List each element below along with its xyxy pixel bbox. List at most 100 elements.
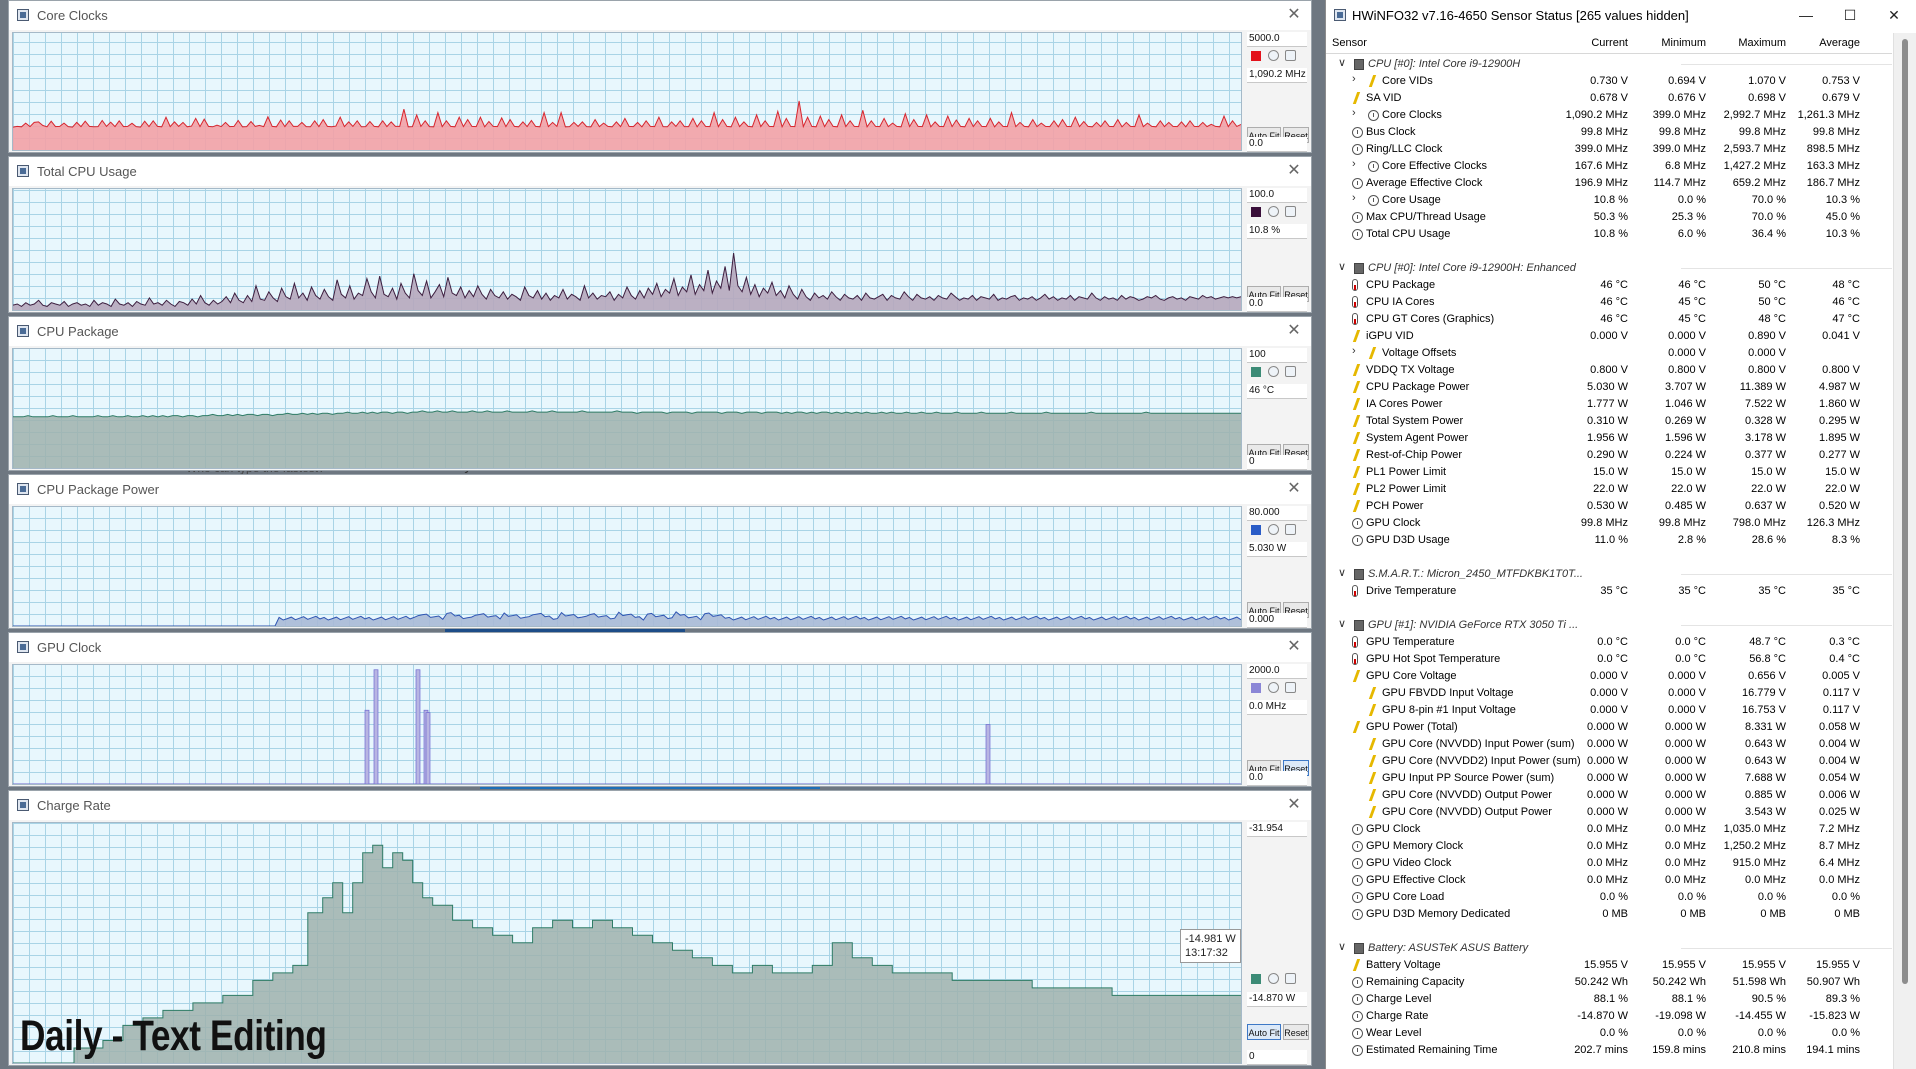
sensor-row[interactable]: CPU IA Cores 46 °C 45 °C 50 °C 46 °C — [1326, 294, 1892, 311]
sensor-group-header[interactable]: ∨ GPU [#1]: NVIDIA GeForce RTX 3050 Ti ..… — [1326, 617, 1892, 634]
sensor-row[interactable]: GPU Core Load 0.0 % 0.0 % 0.0 % 0.0 % — [1326, 889, 1892, 906]
graph-close-button[interactable]: ✕ — [1283, 320, 1305, 342]
sensor-row[interactable]: GPU Core (NVVDD) Input Power (sum) 0.000 … — [1326, 736, 1892, 753]
col-sensor[interactable]: Sensor — [1332, 37, 1367, 49]
sensor-row[interactable]: › Core Usage 10.8 % 0.0 % 70.0 % 10.3 % — [1326, 192, 1892, 209]
vertical-scrollbar[interactable] — [1893, 33, 1916, 1069]
graph-color-swatch[interactable] — [1251, 683, 1261, 693]
graph-close-button[interactable]: ✕ — [1283, 794, 1305, 816]
sensor-row[interactable]: Total System Power 0.310 W 0.269 W 0.328 W 0… — [1326, 413, 1892, 430]
expand-chevron-icon[interactable]: › — [1352, 192, 1356, 204]
sensor-row[interactable]: GPU Clock 99.8 MHz 99.8 MHz 798.0 MHz 126.3 … — [1326, 515, 1892, 532]
sensor-row[interactable]: › Core Clocks 1,090.2 MHz 399.0 MHz 2,992.7 … — [1326, 107, 1892, 124]
sensor-row[interactable]: VDDQ TX Voltage 0.800 V 0.800 V 0.800 V 0.80… — [1326, 362, 1892, 379]
sensor-row[interactable]: GPU Hot Spot Temperature 0.0 °C 0.0 °C 56.8… — [1326, 651, 1892, 668]
collapse-chevron-icon[interactable]: ∨ — [1338, 617, 1346, 630]
graph-close-button[interactable]: ✕ — [1283, 160, 1305, 182]
sensor-row[interactable]: › Voltage Offsets 0.000 V 0.000 V — [1326, 345, 1892, 362]
sensor-row[interactable]: GPU Power (Total) 0.000 W 0.000 W 8.331 W 0.… — [1326, 719, 1892, 736]
sensor-row[interactable]: GPU Core Voltage 0.000 V 0.000 V 0.656 V 0.0… — [1326, 668, 1892, 685]
graph-plot-area[interactable] — [12, 664, 1242, 785]
expand-chevron-icon[interactable]: › — [1352, 107, 1356, 119]
sensor-row[interactable]: GPU Core (NVVDD) Output Power 0.000 W 0.00… — [1326, 804, 1892, 821]
graph-toggle-circle[interactable] — [1268, 973, 1279, 984]
graph-toggle-circle[interactable] — [1268, 366, 1279, 377]
graph-color-swatch[interactable] — [1251, 367, 1261, 377]
sensor-group-header[interactable]: ∨ Battery: ASUSTeK ASUS Battery — [1326, 940, 1892, 957]
graph-close-button[interactable]: ✕ — [1283, 478, 1305, 500]
graph-toggle-circle-2[interactable] — [1285, 50, 1296, 61]
collapse-chevron-icon[interactable]: ∨ — [1338, 56, 1346, 69]
sensor-row[interactable]: Average Effective Clock 196.9 MHz 114.7 MH… — [1326, 175, 1892, 192]
minimize-button[interactable]: — — [1786, 4, 1826, 26]
sensor-row[interactable]: Ring/LLC Clock 399.0 MHz 399.0 MHz 2,593.7 … — [1326, 141, 1892, 158]
sensor-row[interactable]: GPU Core (NVVDD2) Input Power (sum) 0.000… — [1326, 753, 1892, 770]
graph-plot-area[interactable] — [12, 188, 1242, 311]
graph-toggle-circle-2[interactable] — [1285, 366, 1296, 377]
graph-color-swatch[interactable] — [1251, 207, 1261, 217]
graph-close-button[interactable]: ✕ — [1283, 4, 1305, 26]
sensor-row[interactable]: PL1 Power Limit 15.0 W 15.0 W 15.0 W 15.0 W — [1326, 464, 1892, 481]
sensor-row[interactable]: CPU Package Power 5.030 W 3.707 W 11.389 W 4… — [1326, 379, 1892, 396]
graph-toggle-circle[interactable] — [1268, 50, 1279, 61]
sensor-row[interactable]: Max CPU/Thread Usage 50.3 % 25.3 % 70.0 % 45… — [1326, 209, 1892, 226]
sensor-row[interactable]: Rest-of-Chip Power 0.290 W 0.224 W 0.377 W 0… — [1326, 447, 1892, 464]
expand-chevron-icon[interactable]: › — [1352, 158, 1356, 170]
graph-color-swatch[interactable] — [1251, 974, 1261, 984]
graph-plot-area[interactable] — [12, 506, 1242, 627]
col-minimum[interactable]: Minimum — [1661, 37, 1706, 49]
col-average[interactable]: Average — [1819, 37, 1860, 49]
sensor-row[interactable]: › Core Effective Clocks 167.6 MHz 6.8 MHz 1,… — [1326, 158, 1892, 175]
sensor-row[interactable]: Charge Rate -14.870 W -19.098 W -14.455 W -1… — [1326, 1008, 1892, 1025]
sensor-row[interactable]: › Core VIDs 0.730 V 0.694 V 1.070 V 0.753 V — [1326, 73, 1892, 90]
sensor-row[interactable]: Drive Temperature 35 °C 35 °C 35 °C 35 °C — [1326, 583, 1892, 600]
scrollbar-thumb[interactable] — [1902, 39, 1908, 984]
col-current[interactable]: Current — [1591, 37, 1628, 49]
graph-color-swatch[interactable] — [1251, 525, 1261, 535]
graph-toggle-circle[interactable] — [1268, 524, 1279, 535]
graph-toggle-circle-2[interactable] — [1285, 973, 1296, 984]
sensor-row[interactable]: Estimated Remaining Time 202.7 mins 159.8 … — [1326, 1042, 1892, 1059]
sensor-row[interactable]: Battery Voltage 15.955 V 15.955 V 15.955 V 1… — [1326, 957, 1892, 974]
sensor-row[interactable]: PL2 Power Limit 22.0 W 22.0 W 22.0 W 22.0 W — [1326, 481, 1892, 498]
sensor-group-header[interactable]: ∨ CPU [#0]: Intel Core i9-12900H: Enhance… — [1326, 260, 1892, 277]
auto-fit-button[interactable]: Auto Fit — [1247, 1024, 1281, 1040]
sensor-row[interactable]: CPU Package 46 °C 46 °C 50 °C 48 °C — [1326, 277, 1892, 294]
sensor-row[interactable]: System Agent Power 1.956 W 1.596 W 3.178 W 1… — [1326, 430, 1892, 447]
sensor-row[interactable]: GPU Input PP Source Power (sum) 0.000 W 0.… — [1326, 770, 1892, 787]
sensor-row[interactable]: GPU Memory Clock 0.0 MHz 0.0 MHz 1,250.2 MH… — [1326, 838, 1892, 855]
col-maximum[interactable]: Maximum — [1738, 37, 1786, 49]
sensor-row[interactable]: GPU D3D Memory Dedicated 0 MB 0 MB 0 MB 0 MB — [1326, 906, 1892, 923]
sensor-row[interactable]: GPU Clock 0.0 MHz 0.0 MHz 1,035.0 MHz 7.2 MH… — [1326, 821, 1892, 838]
reset-button[interactable]: Reset — [1283, 1024, 1309, 1040]
graph-plot-area[interactable] — [12, 32, 1242, 151]
sensor-row[interactable]: CPU GT Cores (Graphics) 46 °C 45 °C 48 °C 47… — [1326, 311, 1892, 328]
graph-close-button[interactable]: ✕ — [1283, 636, 1305, 658]
sensor-group-header[interactable]: ∨ CPU [#0]: Intel Core i9-12900H — [1326, 56, 1892, 73]
sensor-row[interactable]: GPU Temperature 0.0 °C 0.0 °C 48.7 °C 0.3 °C — [1326, 634, 1892, 651]
graph-color-swatch[interactable] — [1251, 51, 1261, 61]
sensor-row[interactable]: GPU D3D Usage 11.0 % 2.8 % 28.6 % 8.3 % — [1326, 532, 1892, 549]
sensor-row[interactable]: iGPU VID 0.000 V 0.000 V 0.890 V 0.041 V — [1326, 328, 1892, 345]
graph-toggle-circle-2[interactable] — [1285, 524, 1296, 535]
sensor-row[interactable]: Remaining Capacity 50.242 Wh 50.242 Wh 51.5… — [1326, 974, 1892, 991]
sensor-row[interactable]: Wear Level 0.0 % 0.0 % 0.0 % 0.0 % — [1326, 1025, 1892, 1042]
graph-toggle-circle-2[interactable] — [1285, 206, 1296, 217]
sensor-row[interactable]: PCH Power 0.530 W 0.485 W 0.637 W 0.520 W — [1326, 498, 1892, 515]
sensor-row[interactable]: Total CPU Usage 10.8 % 6.0 % 36.4 % 10.3 % — [1326, 226, 1892, 243]
graph-plot-area[interactable] — [12, 348, 1242, 469]
expand-chevron-icon[interactable]: › — [1352, 73, 1356, 85]
collapse-chevron-icon[interactable]: ∨ — [1338, 566, 1346, 579]
collapse-chevron-icon[interactable]: ∨ — [1338, 940, 1346, 953]
sensor-row[interactable]: GPU Core (NVVDD) Output Power 0.000 W 0.00… — [1326, 787, 1892, 804]
sensor-row[interactable]: GPU 8-pin #1 Input Voltage 0.000 V 0.000 V… — [1326, 702, 1892, 719]
expand-chevron-icon[interactable]: › — [1352, 345, 1356, 357]
sensor-row[interactable]: Charge Level 88.1 % 88.1 % 90.5 % 89.3 % — [1326, 991, 1892, 1008]
sensor-row[interactable]: SA VID 0.678 V 0.676 V 0.698 V 0.679 V — [1326, 90, 1892, 107]
maximize-button[interactable]: ☐ — [1830, 4, 1870, 26]
close-button[interactable]: ✕ — [1874, 4, 1914, 26]
graph-toggle-circle-2[interactable] — [1285, 682, 1296, 693]
sensor-row[interactable]: Bus Clock 99.8 MHz 99.8 MHz 99.8 MHz 99.8 MH… — [1326, 124, 1892, 141]
collapse-chevron-icon[interactable]: ∨ — [1338, 260, 1346, 273]
sensor-group-header[interactable]: ∨ S.M.A.R.T.: Micron_2450_MTFDKBK1T0T... — [1326, 566, 1892, 583]
